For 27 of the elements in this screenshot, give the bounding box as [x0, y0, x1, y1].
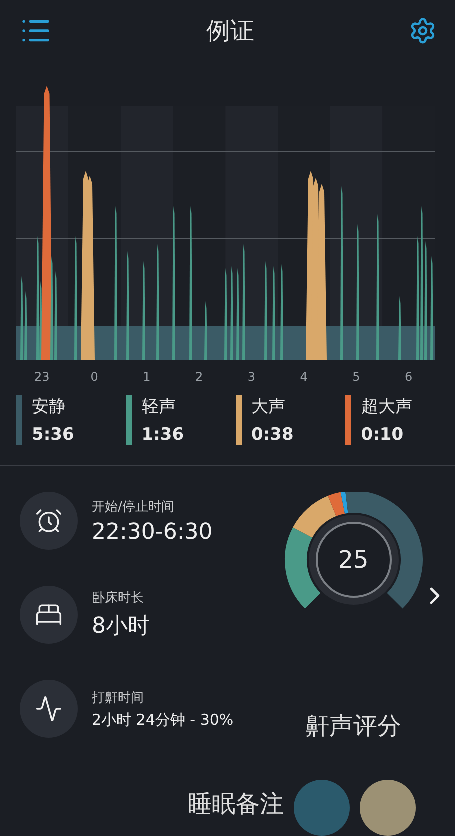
axis-label: 5: [352, 370, 362, 386]
legend-duration: 5:36: [32, 425, 74, 446]
legend-duration: 1:36: [142, 425, 184, 446]
axis-label: 0: [90, 370, 100, 386]
legend-label: 轻声: [142, 396, 177, 418]
stat-label: 卧床时长: [92, 590, 145, 607]
legend-label: 安静: [32, 396, 67, 418]
stat-value: 8小时: [92, 613, 150, 641]
legend-duration: 0:38: [252, 425, 294, 446]
screen-title: 例证: [206, 16, 254, 47]
axis-label: 4: [299, 370, 309, 386]
settings-button[interactable]: [409, 16, 437, 45]
stat-value: 22:30-6:30: [92, 520, 213, 544]
axis-label: 23: [34, 370, 51, 386]
stat-label: 打鼾时间: [92, 690, 145, 706]
axis-label: 6: [404, 370, 414, 386]
stat-value: 2小时 24分钟 - 30%: [92, 710, 234, 730]
legend-duration: 0:10: [361, 425, 405, 446]
axis-label: 1: [142, 370, 152, 386]
score-label: 鼾声评分: [306, 711, 402, 742]
axis-label: 2: [194, 370, 204, 386]
axis-label: 3: [246, 370, 256, 386]
stat-label: 开始/停止时间: [92, 498, 176, 516]
section-title: 睡眠备注: [188, 789, 284, 820]
legend-label: 超大声: [361, 396, 412, 418]
score-value: 25: [338, 546, 369, 574]
legend-label: 大声: [252, 396, 286, 418]
